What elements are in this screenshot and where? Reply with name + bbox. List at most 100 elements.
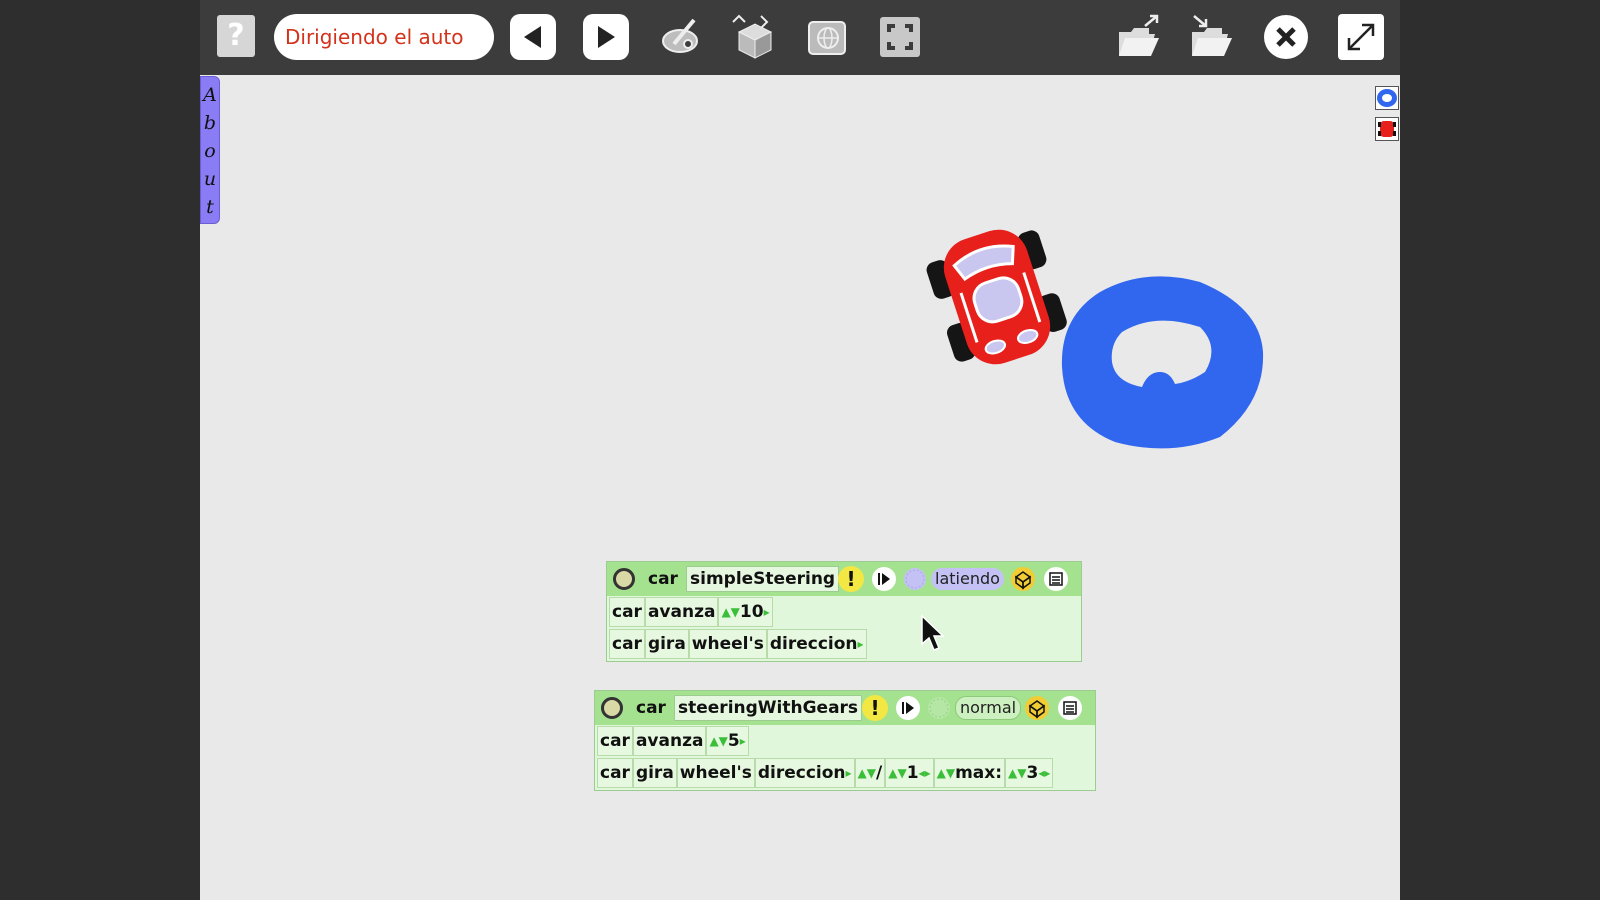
tile-attribute[interactable]: direccion ▸ [754,758,855,788]
up-down-arrow-icon[interactable]: ▲▼ [709,727,727,755]
clock-icon[interactable] [926,695,952,721]
pond-sprite[interactable] [1060,272,1270,457]
about-letter: t [206,196,214,218]
tile-attribute[interactable]: direccion ▸ [766,629,867,659]
script-name[interactable]: steeringWithGears [674,695,863,721]
object-menu-icon[interactable] [1024,695,1050,721]
pond-icon [1377,89,1397,107]
up-down-arrow-icon[interactable]: ▲▼ [721,598,739,626]
step-play-icon [878,573,890,585]
arrow-left-icon [524,26,541,48]
tile-number[interactable]: ▲▼ 5 ▸ [706,726,749,756]
up-down-arrow-icon[interactable]: ▲▼ [1008,759,1026,787]
tile-object[interactable]: car [609,597,645,627]
script-steeringWithGears[interactable]: car steeringWithGears ! normal car avanz… [594,690,1096,791]
tile-owner[interactable]: wheel's [676,758,755,788]
dismiss-script-icon[interactable] [613,568,635,590]
extend-arrow-icon[interactable]: ◂▸ [1038,759,1050,787]
tile-number[interactable]: ▲▼ 3 ◂▸ [1005,758,1054,788]
about-flap-tab[interactable]: A b o u t [200,76,220,224]
tile-command[interactable]: gira [632,758,677,788]
script-object-label: car [648,569,678,589]
tile-number[interactable]: ▲▼ 10 ▸ [718,597,773,627]
quit-button[interactable] [1263,14,1309,60]
tile-max-text: max: [955,763,1003,783]
pond-thumbnail[interactable] [1375,86,1399,110]
arrow-right-icon [598,26,615,48]
fire-once-button[interactable]: ! [838,566,864,592]
menu-lines-icon [1049,572,1063,586]
tile-command[interactable]: avanza [632,726,707,756]
globe-page-icon [808,21,846,55]
script-header: car steeringWithGears ! normal [595,691,1095,725]
tile-number-value[interactable]: 3 [1026,759,1038,787]
about-letter: A [203,84,217,106]
project-title[interactable]: Dirigiendo el auto [274,14,494,60]
toolbar: ? Dirigiendo el auto [200,0,1400,75]
tile-number[interactable]: ▲▼ 1 ◂▸ [885,758,934,788]
tile-operator-value[interactable]: / [876,759,882,787]
up-down-arrow-icon[interactable]: ▲▼ [858,759,876,787]
previous-page-button[interactable] [510,14,556,60]
expand-arrows-icon [1347,23,1375,51]
tile-row-forward[interactable]: car avanza ▲▼ 10 ▸ [609,597,773,627]
fire-once-button[interactable]: ! [862,695,888,721]
step-play-icon [902,702,914,714]
tile-command[interactable]: gira [644,629,689,659]
up-down-arrow-icon[interactable]: ▲▼ [937,759,955,787]
script-simpleSteering[interactable]: car simpleSteering ! latiendo car avanza… [606,561,1082,662]
extend-arrow-icon[interactable]: ▸ [740,727,746,755]
save-project-button[interactable] [1188,14,1234,60]
step-button[interactable] [896,696,920,720]
tile-command[interactable]: avanza [644,597,719,627]
tile-row-turn[interactable]: car gira wheel's direccion ▸ [609,629,867,659]
expand-button[interactable] [1338,14,1384,60]
tile-owner[interactable]: wheel's [688,629,767,659]
script-menu-button[interactable] [1044,567,1068,591]
script-name[interactable]: simpleSteering [686,566,840,592]
next-page-button[interactable] [583,14,629,60]
tile-number-value[interactable]: 1 [907,759,919,787]
extend-arrow-icon[interactable]: ◂▸ [919,759,931,787]
tile-number-value[interactable]: 10 [740,598,764,626]
tile-object[interactable]: car [597,726,633,756]
menu-lines-icon [1063,701,1077,715]
car-icon [1378,121,1396,137]
tile-number-value[interactable]: 5 [728,727,740,755]
object-menu-icon[interactable] [1010,566,1036,592]
tile-row-forward[interactable]: car avanza ▲▼ 5 ▸ [597,726,749,756]
world-button[interactable] [804,14,850,60]
script-menu-button[interactable] [1058,696,1082,720]
tile-object[interactable]: car [597,758,633,788]
car-sprite[interactable] [922,222,1072,372]
etoys-world[interactable]: ? Dirigiendo el auto A b o u t car simpl… [200,0,1400,900]
tile-attribute-label: direccion [769,634,858,654]
tile-max-label[interactable]: ▲▼ max: [933,758,1006,788]
paint-brush-icon [662,18,698,53]
script-header: car simpleSteering ! latiendo [607,562,1081,596]
fullscreen-frame-icon [880,17,920,57]
tile-operator[interactable]: ▲▼ / [854,758,886,788]
script-status-pill[interactable]: latiendo [931,568,1004,590]
supplies-button[interactable] [731,14,777,60]
help-button[interactable]: ? [217,15,255,57]
up-down-arrow-icon[interactable]: ▲▼ [888,759,906,787]
folder-save-icon [1192,15,1232,56]
load-project-button[interactable] [1115,14,1161,60]
step-button[interactable] [872,567,896,591]
clock-icon[interactable] [902,566,928,592]
tile-row-turn[interactable]: car gira wheel's direccion ▸ ▲▼ / ▲▼ 1 ◂▸ ▲▼… [597,758,1054,788]
mouse-cursor-icon [921,614,945,651]
car-thumbnail[interactable] [1375,117,1399,141]
fullscreen-button[interactable] [877,14,923,60]
script-object-label: car [636,698,666,718]
extend-arrow-icon[interactable]: ▸ [764,598,770,626]
paint-button[interactable] [658,14,704,60]
script-status-pill[interactable]: normal [955,696,1022,720]
about-letter: o [204,140,216,162]
folder-open-icon [1119,14,1159,56]
tile-object[interactable]: car [609,629,645,659]
extend-arrow-icon[interactable]: ▸ [846,759,852,787]
dismiss-script-icon[interactable] [601,697,623,719]
extend-arrow-icon[interactable]: ▸ [858,630,864,658]
